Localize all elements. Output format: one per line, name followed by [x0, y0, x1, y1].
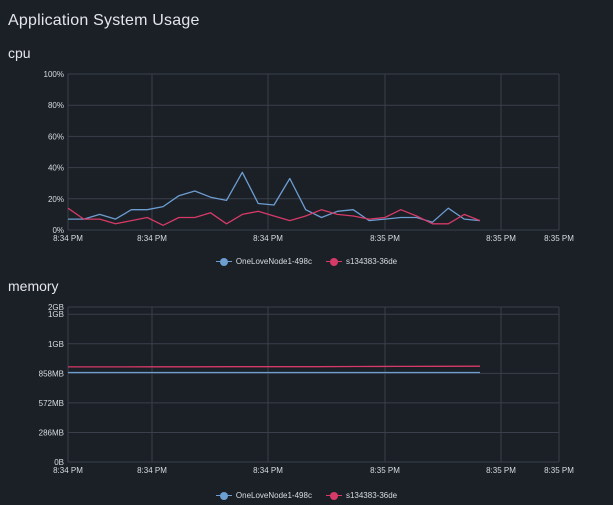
- x-tick-label: 8:34 PM: [253, 234, 283, 243]
- x-tick-label: 8:35 PM: [486, 234, 516, 243]
- series-1-swatch-icon: [215, 257, 232, 266]
- x-tick-label: 8:34 PM: [137, 466, 167, 475]
- memory-chart-title: memory: [8, 278, 59, 294]
- memory-legend[interactable]: OneLoveNode1-498c s134383-36de: [0, 491, 613, 500]
- y-tick-label: 572MB: [39, 399, 64, 408]
- series-1-swatch-icon: [215, 491, 232, 500]
- y-tick-label: 20%: [48, 195, 64, 204]
- y-tick-label: 60%: [48, 132, 64, 141]
- y-tick-label: 1GB: [48, 340, 64, 349]
- y-tick-label: 286MB: [39, 428, 64, 437]
- y-tick-label: 40%: [48, 164, 64, 173]
- cpu-legend-item-s134383[interactable]: s134383-36de: [325, 257, 398, 266]
- memory-legend-item-s134383[interactable]: s134383-36de: [325, 491, 398, 500]
- memory-legend-label-1: OneLoveNode1-498c: [235, 491, 312, 500]
- y-tick-label: 80%: [48, 101, 64, 110]
- x-tick-label: 8:34 PM: [53, 466, 83, 475]
- x-tick-label: 8:34 PM: [53, 234, 83, 243]
- cpu-chart: 0% 20% 40% 60% 80% 100% 8:34 PM 8:34 PM 8:34 PM 8…: [0, 60, 613, 250]
- x-tick-label: 8:35 PM: [486, 466, 516, 475]
- memory-chart-svg: 0B286MB572MB858MB1GB1GB2GB8:34 PM 8:34 PM…: [39, 303, 575, 475]
- cpu-legend-label-2: s134383-36de: [345, 257, 398, 266]
- cpu-chart-title: cpu: [8, 45, 31, 61]
- x-tick-label: 8:35 PM: [544, 466, 574, 475]
- x-tick-label: 8:35 PM: [370, 234, 400, 243]
- y-tick-label: 858MB: [39, 369, 64, 378]
- x-tick-label: 8:35 PM: [370, 466, 400, 475]
- memory-legend-label-2: s134383-36de: [345, 491, 398, 500]
- series-2-swatch-icon: [325, 257, 342, 266]
- memory-legend-item-onelovenode1[interactable]: OneLoveNode1-498c: [215, 491, 312, 500]
- y-tick-label: 2GB: [48, 303, 64, 312]
- cpu-legend-label-1: OneLoveNode1-498c: [235, 257, 312, 266]
- series-line-1: [68, 171, 481, 223]
- series-line-2: [68, 365, 481, 368]
- x-tick-label: 8:35 PM: [544, 234, 574, 243]
- x-tick-label: 8:34 PM: [137, 234, 167, 243]
- x-tick-label: 8:34 PM: [253, 466, 283, 475]
- cpu-legend-item-onelovenode1[interactable]: OneLoveNode1-498c: [215, 257, 312, 266]
- series-2-swatch-icon: [325, 491, 342, 500]
- memory-chart: 0B 286MB 572MB 858MB 1GB 1GB 2GB 8:34 PM 8:34 PM…: [0, 296, 613, 481]
- cpu-legend[interactable]: OneLoveNode1-498c s134383-36de: [0, 257, 613, 266]
- cpu-chart-svg: 0%20%40%60%80%100%8:34 PM 8:34 PM 8:34 PM 8…: [44, 70, 575, 243]
- y-tick-label: 100%: [44, 70, 64, 79]
- page-title: Application System Usage: [8, 12, 200, 29]
